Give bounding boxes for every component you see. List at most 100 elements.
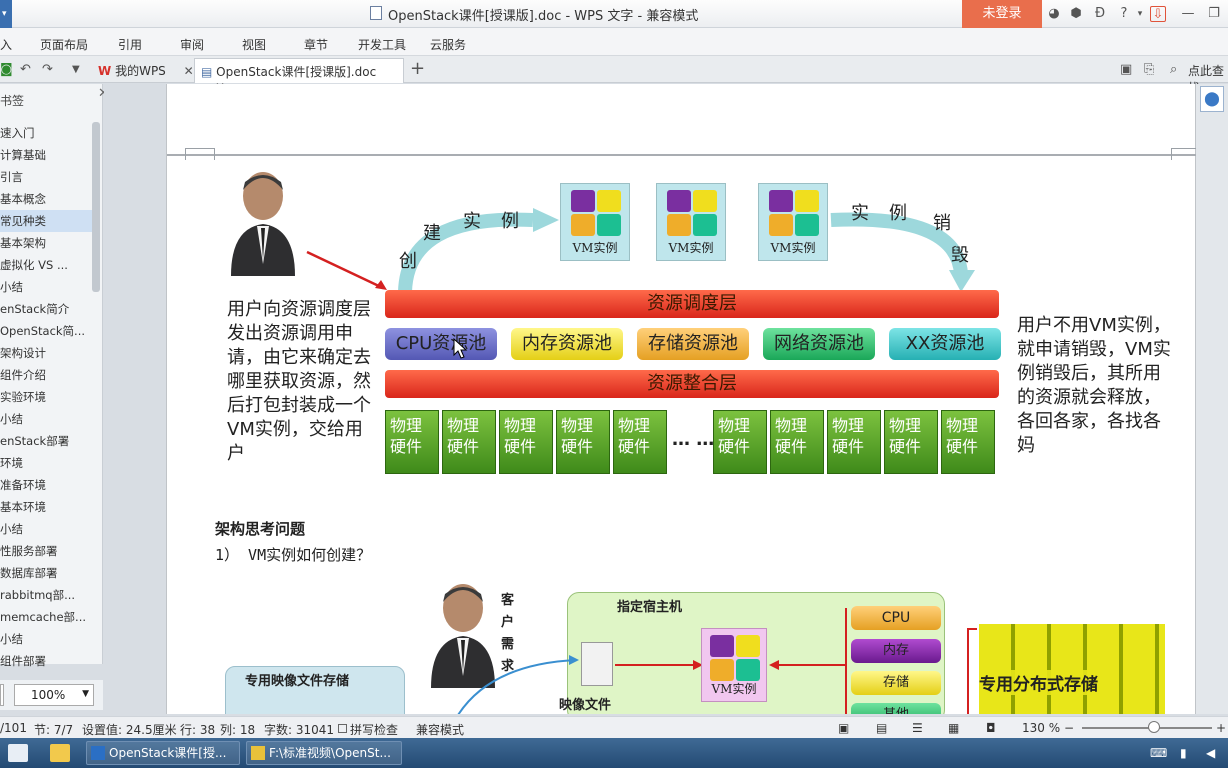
zoom-slider-handle[interactable] [1148,721,1160,733]
status-bar: /101 节: 7/7 设置值: 24.5厘米 行: 38 列: 18 字数: … [0,716,1228,738]
network-icon[interactable]: ▮ [1180,746,1187,760]
menu-references[interactable]: 引用 [118,36,142,53]
keyboard-icon[interactable]: ⌨ [1150,746,1167,760]
bookmark-item[interactable]: 架构设计 [0,342,92,364]
menu-view[interactable]: 视图 [242,36,266,53]
tab-my-wps[interactable]: W 我的WPS ✕ [92,58,200,83]
right-panel: ⬤ [1196,84,1228,714]
skin-icon[interactable]: ◕ [1046,6,1062,22]
customer-char: 需 [501,637,515,652]
bookmark-item[interactable]: 常见种类 [0,210,92,232]
menu-chapter[interactable]: 章节 [304,36,328,53]
bookmark-item[interactable]: 引言 [0,166,92,188]
bookmark-item[interactable]: 实验环境 [0,386,92,408]
folder-icon[interactable] [50,744,70,762]
menu-insert[interactable]: 入 [0,36,12,53]
app-menu-button[interactable]: ▾ [0,0,12,28]
xx-pool: XX资源池 [889,328,1001,360]
bookmark-item[interactable]: 数据库部署 [0,562,92,584]
minimize-ribbon-icon[interactable]: ⇩ [1150,6,1166,22]
red-arrow [769,660,845,670]
bookmark-item[interactable]: 环境 [0,452,92,474]
close-icon[interactable]: ✕ [184,64,194,78]
spellcheck-label[interactable]: 拼写检查 [350,721,398,738]
bookmark-item[interactable]: 基本架构 [0,232,92,254]
section-indicator[interactable]: 节: 7/7 [34,721,73,738]
zoom-stepper[interactable] [0,684,4,706]
menu-review[interactable]: 审阅 [180,36,204,53]
bookmark-item[interactable]: enStack简介 [0,298,92,320]
outline-view-icon[interactable]: ☰ [912,721,923,735]
user-avatar-icon [231,172,295,276]
bookmark-item[interactable]: 组件介绍 [0,364,92,386]
taskbar-wps[interactable]: OpenStack课件[授... [86,741,240,765]
restore-icon[interactable]: ❐ [1206,6,1222,22]
spellcheck-checkbox[interactable] [338,724,347,733]
wps-logo-icon: W [98,64,112,78]
feedback-icon[interactable]: Ð [1092,6,1108,22]
bookmark-item[interactable]: 虚拟化 VS ... [0,254,92,276]
bookmark-item[interactable]: 速入门 [0,122,92,144]
vm-instance: VM实例 [701,628,767,702]
bookmark-item[interactable]: 小结 [0,408,92,430]
bookmark-item[interactable]: 准备环境 [0,474,92,496]
new-tab-icon[interactable]: + [410,58,425,79]
redo-icon[interactable]: ↷ [42,62,53,77]
zoom-level[interactable]: 130 % [1022,721,1060,735]
web-view-icon[interactable]: ▦ [948,721,959,735]
protect-icon[interactable]: ◘ [986,721,996,735]
resource-cpu: CPU [851,606,941,630]
menu-bar: 入 页面布局 引用 审阅 视图 章节 开发工具 云服务 [0,28,1228,56]
menu-page-layout[interactable]: 页面布局 [40,36,88,53]
present-icon[interactable]: ▣ [1120,62,1132,77]
bookmark-item[interactable]: 小结 [0,518,92,540]
login-button[interactable]: 未登录 [962,0,1042,28]
focus-icon[interactable]: ▣ [838,721,849,735]
minimize-icon[interactable]: — [1180,6,1196,22]
bookmark-item[interactable]: enStack部署 [0,430,92,452]
bookmark-item[interactable]: 组件部署 [0,650,92,672]
bookmark-item[interactable]: 基本环境 [0,496,92,518]
page-count[interactable]: /101 [0,721,27,735]
zoom-select[interactable]: 100% ▼ [14,684,94,706]
undo-icon[interactable]: ↶ [20,62,31,77]
share-icon[interactable]: ⎘ [1144,62,1154,77]
hardware-block: 物理 硬件 [556,410,610,474]
search-icon[interactable]: ⌕ [1170,62,1177,77]
zoom-out-icon[interactable]: − [1064,721,1074,735]
settings-icon[interactable]: ⬢ [1068,6,1084,22]
page-view-icon[interactable]: ▤ [876,721,887,735]
hardware-block: 物理 硬件 [827,410,881,474]
col-indicator: 列: 18 [220,723,256,737]
margin-mark [1171,148,1199,160]
ie-icon[interactable] [8,744,28,762]
bookmark-item[interactable]: rabbitmq部... [0,584,92,606]
bookmark-item[interactable]: 基本概念 [0,188,92,210]
zoom-in-icon[interactable]: + [1216,721,1226,735]
word-count[interactable]: 字数: 31041 [264,721,334,738]
scrollbar[interactable] [92,122,100,292]
menu-developer[interactable]: 开发工具 [358,36,406,53]
bookmark-item[interactable]: 计算基础 [0,144,92,166]
zoom-slider[interactable] [1082,727,1212,729]
tab-label: OpenStack课件[授课版].doc [216,65,377,79]
menu-cloud[interactable]: 云服务 [430,36,466,53]
preview-icon[interactable]: ◙ [0,62,13,77]
volume-icon[interactable]: ◀ [1206,746,1215,760]
destroy-label: 毁 [951,245,969,266]
bookmark-item[interactable]: memcache部... [0,606,92,628]
destroy-label: 销 [933,213,951,234]
help-dropdown-icon[interactable]: ▾ [1132,6,1148,22]
quick-access-dropdown-icon[interactable]: ▼ [72,64,80,75]
bookmark-item[interactable]: 性服务部署 [0,540,92,562]
bookmark-item[interactable]: 小结 [0,628,92,650]
help-icon[interactable]: ? [1116,6,1132,22]
tab-document[interactable]: ▤ OpenStack课件[授课版].doc ✕ [194,58,404,94]
taskbar-explorer[interactable]: F:\标准视频\OpenSt... [246,741,402,765]
tab-bar: ◙ ↶ ↷ ▼ W 我的WPS ✕ ▤ OpenStack课件[授课版].doc… [0,56,1228,95]
position-setting[interactable]: 设置值: 24.5厘米 [82,721,177,738]
hardware-block: 物理 硬件 [941,410,995,474]
location-icon[interactable]: ⬤ [1200,86,1224,112]
bookmark-item[interactable]: OpenStack简... [0,320,92,342]
bookmark-item[interactable]: 小结 [0,276,92,298]
